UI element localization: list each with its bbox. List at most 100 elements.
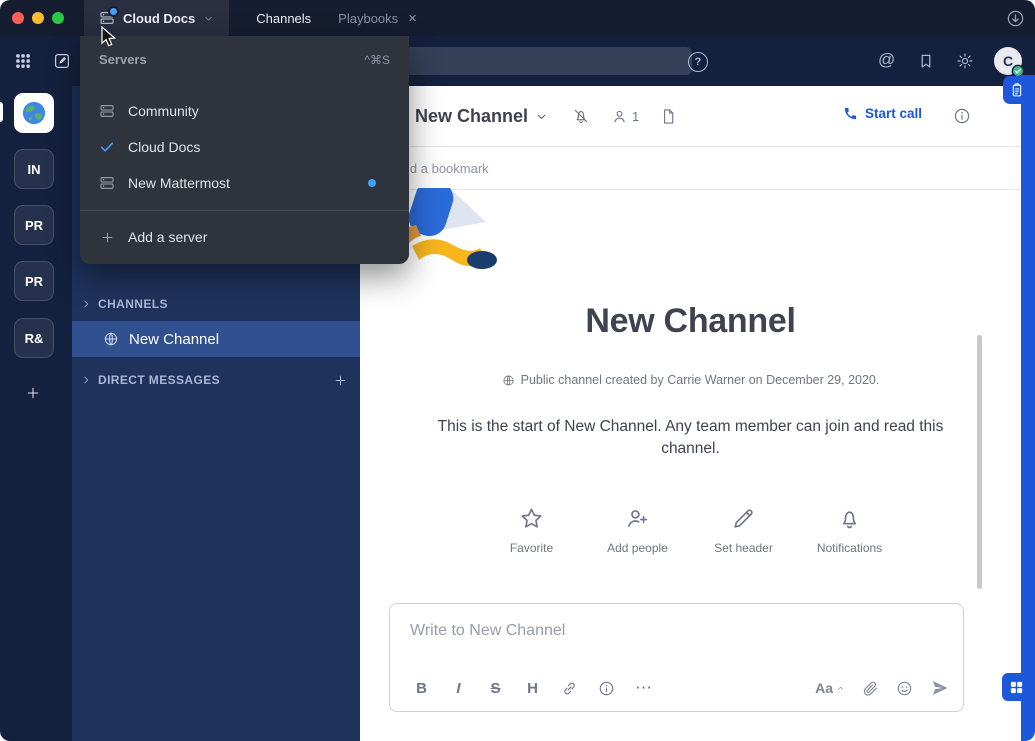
mute-bell-icon[interactable] bbox=[572, 107, 590, 125]
category-label: DIRECT MESSAGES bbox=[98, 373, 220, 387]
help-button[interactable]: ? bbox=[688, 52, 708, 72]
chevron-up-icon bbox=[836, 684, 845, 693]
person-icon bbox=[611, 108, 628, 125]
user-avatar[interactable]: C bbox=[994, 47, 1022, 75]
unread-dot bbox=[368, 179, 376, 187]
team-avatar[interactable]: R& bbox=[14, 318, 54, 358]
download-update-button[interactable] bbox=[1006, 9, 1025, 28]
more-formatting-button[interactable]: ⋯ bbox=[625, 674, 662, 702]
chevron-right-icon bbox=[80, 298, 92, 310]
main-content: New Channel 1 Start call bbox=[360, 86, 1035, 741]
tab-channels[interactable]: Channels bbox=[256, 11, 311, 26]
plus-icon bbox=[99, 230, 115, 245]
menu-item-cloud-docs[interactable]: Cloud Docs bbox=[80, 129, 409, 165]
server-menu: Servers ^⌘S Community Cloud Docs New M bbox=[80, 36, 409, 264]
composer-right-buttons: Aa bbox=[815, 678, 950, 698]
phone-icon bbox=[843, 106, 858, 121]
message-composer: B I S H ⋯ Aa bbox=[389, 603, 964, 712]
channel-byline: Public channel created by Carrie Warner … bbox=[502, 373, 880, 387]
server-menu-header: Servers ^⌘S bbox=[80, 36, 409, 67]
compose-icon[interactable] bbox=[53, 52, 71, 70]
server-icon bbox=[99, 103, 115, 119]
toggle-formatting-button[interactable]: Aa bbox=[815, 680, 845, 696]
favorite-button[interactable]: Favorite bbox=[499, 506, 565, 555]
server-name-label: Cloud Docs bbox=[123, 11, 195, 26]
globe-icon bbox=[502, 374, 515, 387]
playbooks-rail-button[interactable] bbox=[1003, 76, 1031, 104]
direct-messages-category[interactable]: DIRECT MESSAGES bbox=[72, 364, 360, 396]
set-header-button[interactable]: Set header bbox=[711, 506, 777, 555]
window-controls bbox=[12, 12, 64, 24]
team-avatar-active[interactable] bbox=[14, 93, 54, 133]
link-button[interactable] bbox=[551, 674, 588, 702]
channel-header: New Channel 1 Start call bbox=[360, 86, 1035, 147]
bookmark-icon bbox=[917, 52, 935, 70]
strikethrough-button[interactable]: S bbox=[477, 674, 514, 702]
gear-icon bbox=[956, 52, 974, 70]
add-team-button[interactable] bbox=[14, 374, 52, 412]
action-label: Set header bbox=[714, 541, 773, 555]
unread-dot bbox=[108, 6, 119, 17]
check-icon bbox=[99, 139, 115, 155]
menu-item-community[interactable]: Community bbox=[80, 93, 409, 129]
star-icon bbox=[519, 506, 544, 531]
team-sidebar: IN PR PR R& bbox=[0, 36, 72, 741]
members-button[interactable]: 1 bbox=[611, 108, 639, 125]
send-button[interactable] bbox=[930, 678, 950, 698]
menu-divider bbox=[80, 210, 409, 211]
notifications-button[interactable]: Notifications bbox=[817, 506, 883, 555]
add-server-button[interactable]: Add a server bbox=[80, 219, 409, 255]
product-switcher-button[interactable] bbox=[14, 52, 32, 70]
mentions-button[interactable]: @ bbox=[878, 51, 895, 69]
pinned-files-icon[interactable] bbox=[660, 108, 677, 125]
bold-button[interactable]: B bbox=[403, 674, 440, 702]
channel-item-active[interactable]: New Channel bbox=[72, 321, 360, 357]
channel-header-icons: 1 bbox=[572, 107, 677, 125]
product-grid-button[interactable] bbox=[1002, 673, 1030, 701]
team-avatar[interactable]: PR bbox=[14, 205, 54, 245]
action-label: Add people bbox=[607, 541, 668, 555]
team-avatar[interactable]: PR bbox=[14, 261, 54, 301]
italic-button[interactable]: I bbox=[440, 674, 477, 702]
channels-category[interactable]: CHANNELS bbox=[72, 288, 360, 320]
server-dropdown-button[interactable]: Cloud Docs bbox=[84, 0, 229, 36]
person-plus-icon bbox=[625, 506, 650, 531]
window-titlebar: Cloud Docs Channels Playbooks × bbox=[0, 0, 1035, 36]
channel-title-button[interactable]: New Channel bbox=[415, 106, 548, 127]
add-dm-button[interactable] bbox=[333, 373, 348, 388]
add-people-button[interactable]: Add people bbox=[605, 506, 671, 555]
tab-playbooks[interactable]: Playbooks × bbox=[338, 11, 417, 26]
message-input[interactable] bbox=[390, 604, 1003, 640]
server-icon bbox=[99, 175, 115, 191]
attach-file-button[interactable] bbox=[862, 680, 879, 697]
zoom-window-button[interactable] bbox=[52, 12, 64, 24]
start-call-button[interactable]: Start call bbox=[843, 106, 922, 121]
team-initials: PR bbox=[25, 274, 43, 289]
chevron-down-icon bbox=[203, 13, 214, 24]
team-initials: PR bbox=[25, 218, 43, 233]
action-label: Favorite bbox=[510, 541, 553, 555]
settings-button[interactable] bbox=[956, 52, 974, 70]
emoji-button[interactable] bbox=[896, 680, 913, 697]
heading-button[interactable]: H bbox=[514, 674, 551, 702]
start-call-label: Start call bbox=[865, 106, 922, 121]
paperclip-icon bbox=[862, 680, 879, 697]
byline-text: Public channel created by Carrie Warner … bbox=[521, 373, 880, 387]
info-icon bbox=[953, 107, 971, 125]
saved-posts-button[interactable] bbox=[917, 52, 935, 70]
close-window-button[interactable] bbox=[12, 12, 24, 24]
channel-info-button[interactable] bbox=[953, 107, 971, 125]
formatting-toolbar: B I S H ⋯ Aa bbox=[403, 674, 950, 702]
close-tab-icon[interactable]: × bbox=[408, 11, 417, 26]
menu-item-new-mattermost[interactable]: New Mattermost bbox=[80, 165, 409, 201]
scrollbar[interactable] bbox=[977, 335, 982, 589]
channel-title: New Channel bbox=[415, 106, 528, 127]
team-initials: IN bbox=[28, 162, 41, 177]
team-avatar[interactable]: IN bbox=[14, 149, 54, 189]
member-count: 1 bbox=[632, 109, 639, 124]
minimize-window-button[interactable] bbox=[32, 12, 44, 24]
intro-actions: Favorite Add people Set header bbox=[360, 506, 1021, 555]
info-button[interactable] bbox=[588, 674, 625, 702]
grid-icon bbox=[1009, 680, 1024, 695]
server-menu-shortcut: ^⌘S bbox=[364, 53, 390, 67]
